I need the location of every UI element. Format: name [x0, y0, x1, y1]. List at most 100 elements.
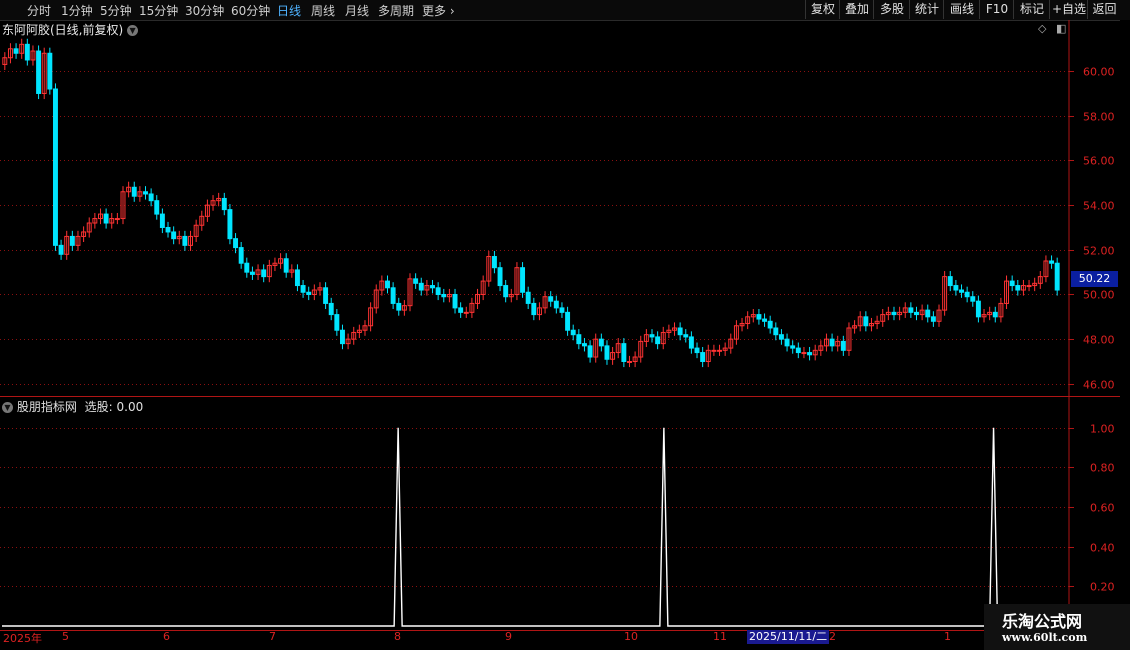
candle	[58, 239, 64, 260]
candle	[1049, 255, 1055, 269]
candle	[756, 309, 762, 325]
candle	[790, 340, 796, 354]
candle	[368, 302, 374, 332]
candle	[638, 335, 644, 363]
candle	[700, 346, 706, 368]
indicator-series	[2, 427, 999, 627]
candle	[964, 286, 970, 303]
candle	[559, 302, 565, 318]
candle	[863, 311, 869, 332]
candle	[458, 302, 464, 318]
candle	[953, 279, 959, 296]
candle	[840, 335, 846, 356]
indicator-grid: 0.20 0.40 0.60 0.80 1.00	[0, 423, 1115, 594]
candle	[677, 322, 683, 341]
candle	[632, 351, 638, 368]
right-edge-strip	[1120, 20, 1130, 630]
candle	[835, 335, 841, 352]
candle	[2, 52, 8, 71]
candle	[424, 279, 430, 296]
candle	[672, 322, 677, 336]
candle	[767, 315, 773, 334]
candle	[362, 320, 368, 336]
candle	[446, 288, 452, 303]
candle	[1026, 279, 1032, 292]
date-label: 2	[829, 630, 836, 643]
candle	[401, 300, 407, 316]
candle	[75, 230, 81, 251]
candle	[13, 43, 19, 59]
candle	[514, 262, 520, 301]
candle	[610, 346, 616, 365]
candle	[64, 230, 70, 260]
indicator-title-bar: ▼ 股朋指标网 选股: 0.00	[2, 398, 143, 415]
candle	[660, 326, 666, 350]
candle	[829, 333, 835, 352]
candle	[604, 340, 610, 365]
candle	[351, 326, 357, 345]
candle	[711, 344, 717, 356]
candle	[486, 250, 492, 287]
candle	[19, 38, 25, 59]
candle	[593, 333, 599, 363]
indicator-tick-label: 0.80	[1090, 462, 1115, 475]
date-label: 6	[163, 630, 170, 643]
candle	[874, 315, 880, 330]
candle	[1004, 275, 1010, 310]
candle	[311, 284, 317, 301]
date-label: 10	[624, 630, 638, 643]
indicator-tick-label: 1.00	[1090, 423, 1115, 436]
date-label: 7	[269, 630, 276, 643]
candle	[722, 342, 728, 356]
candle	[643, 329, 649, 347]
candle	[188, 230, 193, 251]
candle	[739, 317, 745, 332]
date-label: 1	[944, 630, 951, 643]
candle	[1043, 255, 1049, 283]
candle	[908, 302, 914, 318]
candle	[902, 302, 908, 318]
candle	[992, 306, 998, 323]
candle	[520, 262, 526, 298]
candle	[947, 271, 953, 292]
candle	[148, 188, 154, 207]
candle	[165, 221, 171, 238]
candle	[666, 324, 672, 339]
price-tick-label: 50.00	[1083, 289, 1115, 302]
candle	[300, 279, 306, 298]
candle	[396, 297, 402, 316]
candle	[998, 297, 1004, 323]
candle	[227, 204, 233, 245]
candle	[1037, 271, 1043, 289]
candle	[109, 212, 115, 229]
date-label: 9	[505, 630, 512, 643]
candlestick-series	[2, 38, 1060, 368]
candle	[328, 297, 334, 321]
candle	[627, 355, 632, 368]
candle	[216, 192, 222, 207]
candle	[508, 288, 514, 303]
candle	[154, 195, 160, 220]
candle	[497, 262, 503, 292]
candle	[745, 311, 751, 330]
candle	[69, 230, 75, 251]
indicator-tick-label: 0.60	[1090, 502, 1115, 515]
candle	[531, 297, 537, 321]
candle	[81, 226, 87, 243]
candle	[435, 282, 441, 301]
price-tick-label: 58.00	[1083, 111, 1115, 124]
candle	[930, 311, 936, 327]
candle	[30, 45, 36, 66]
candle	[615, 338, 621, 359]
candle	[959, 284, 964, 298]
dropdown-circle-icon[interactable]: ▼	[2, 402, 13, 413]
candle	[36, 45, 42, 100]
candle	[126, 181, 132, 198]
candle	[430, 279, 435, 294]
candle	[249, 266, 255, 280]
candle	[598, 333, 604, 352]
candle	[503, 279, 509, 303]
candle	[52, 83, 58, 251]
candle	[525, 286, 531, 310]
candle	[987, 306, 993, 321]
